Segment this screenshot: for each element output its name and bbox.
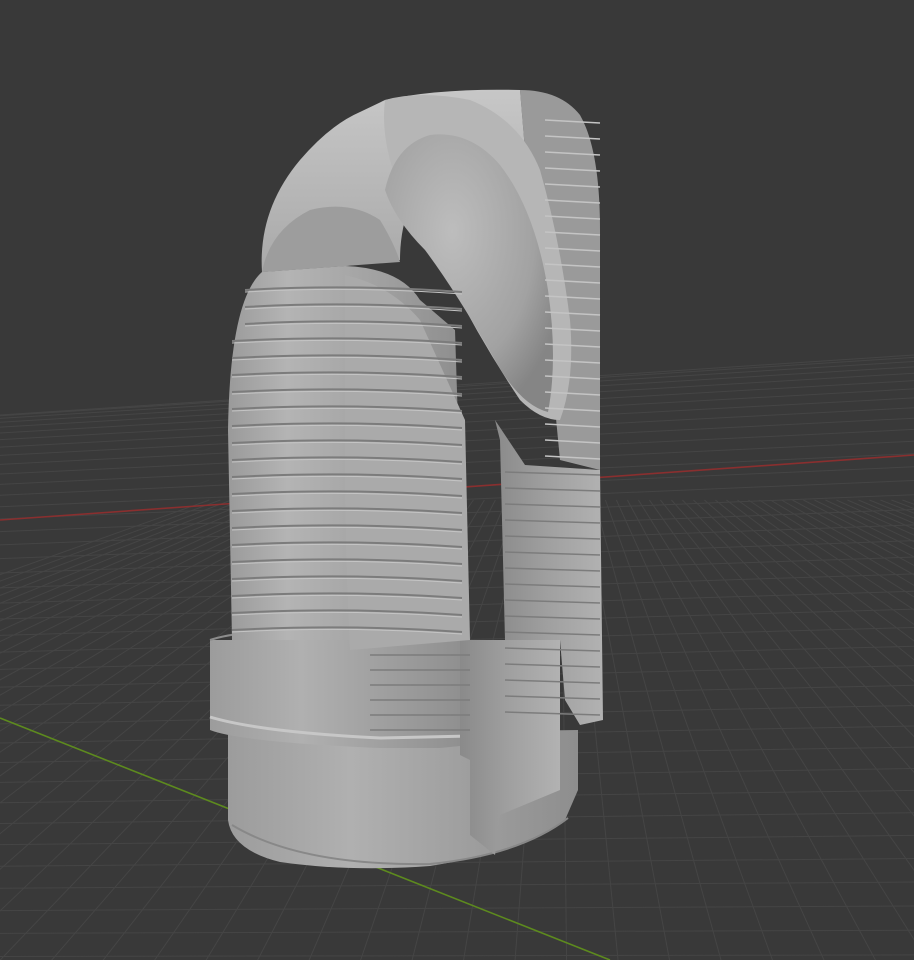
3d-model[interactable] <box>209 89 603 869</box>
3d-viewport[interactable] <box>0 0 914 960</box>
grid-line <box>0 954 914 957</box>
grid-line <box>615 499 825 960</box>
grid-line <box>704 499 914 683</box>
grid-line <box>880 499 914 514</box>
grid-line <box>0 881 914 889</box>
grid-line <box>748 499 914 611</box>
grid-line <box>803 499 914 558</box>
grid-line <box>626 499 877 960</box>
grid-line <box>0 905 914 912</box>
model-collar-ring <box>210 640 470 748</box>
grid-line <box>814 499 914 550</box>
viewport-canvas[interactable] <box>0 0 914 960</box>
grid-line <box>0 929 914 934</box>
grid-line <box>836 499 914 536</box>
grid-line <box>770 499 914 586</box>
